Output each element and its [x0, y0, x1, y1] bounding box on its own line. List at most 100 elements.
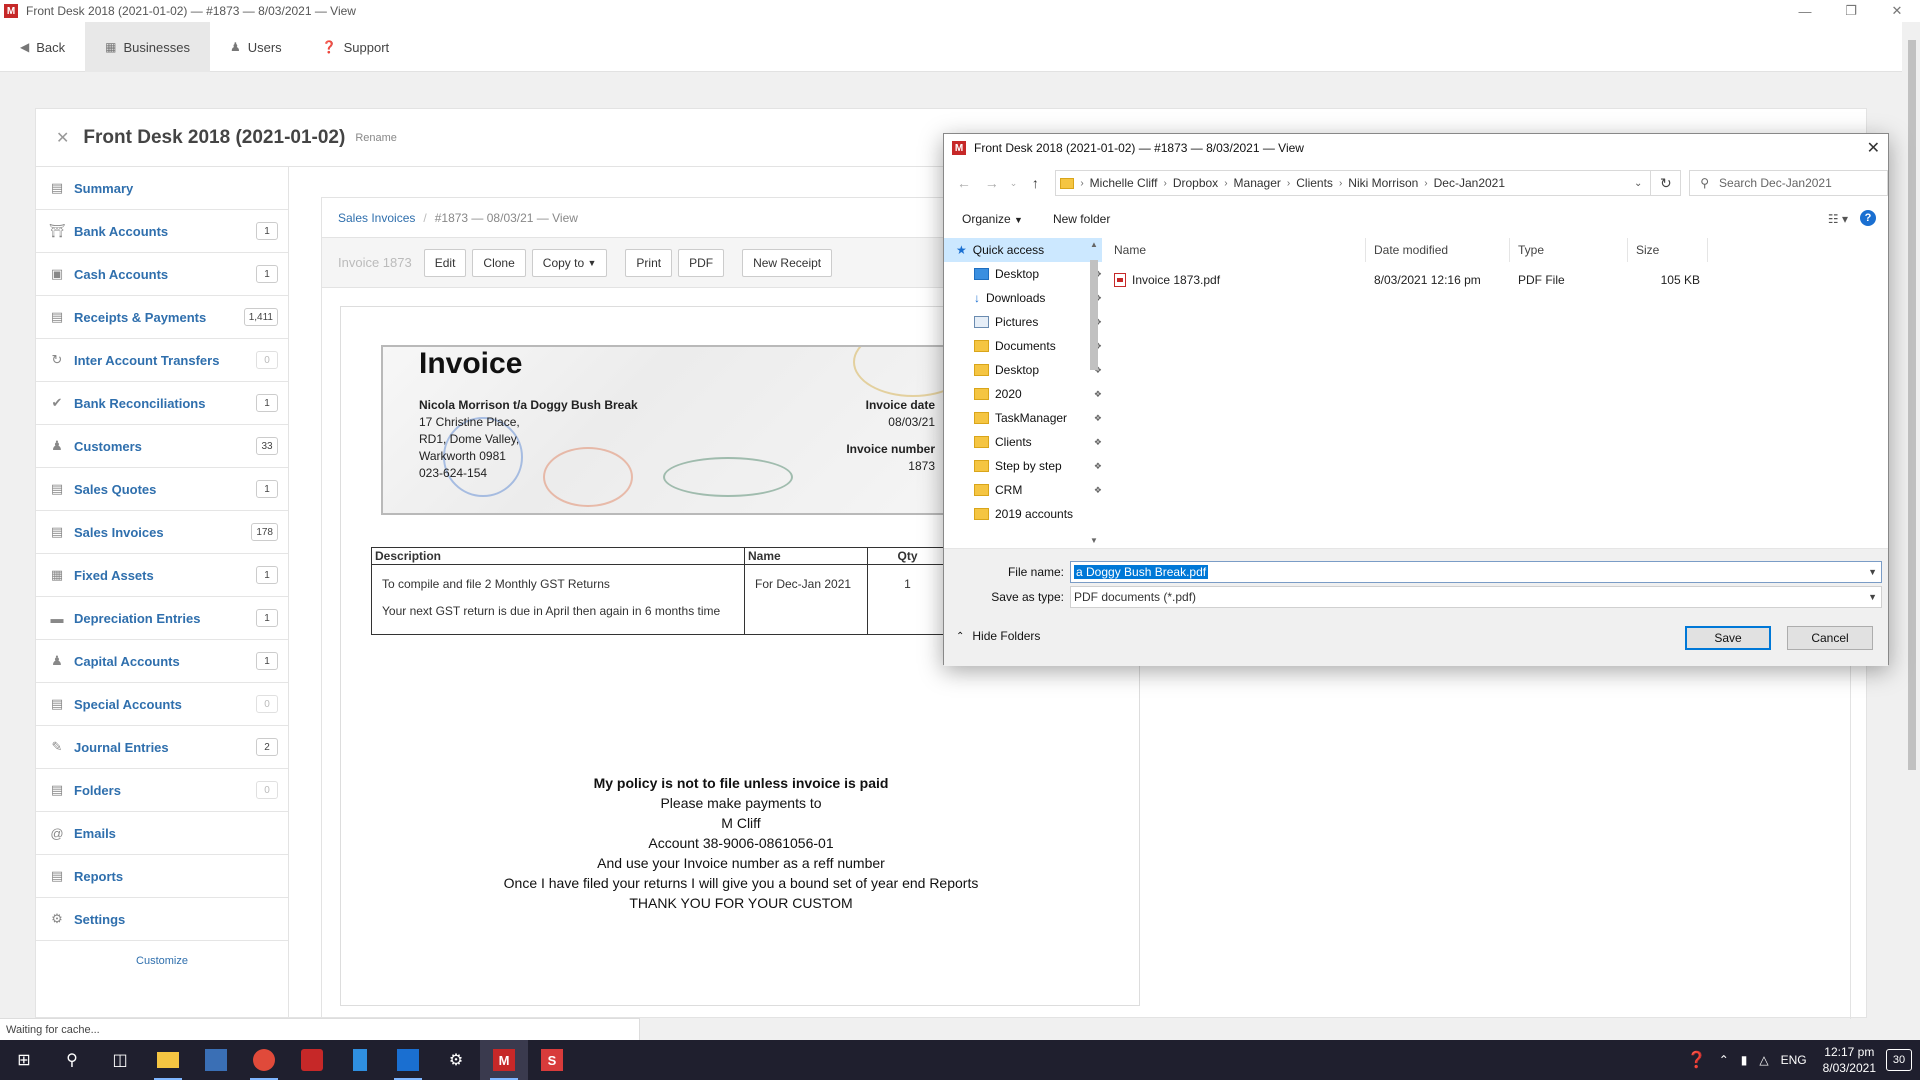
new-folder-button[interactable]: New folder — [1053, 212, 1110, 226]
back-arrow-icon[interactable]: ← — [950, 175, 978, 191]
column-name[interactable]: Name — [1106, 238, 1366, 262]
forward-arrow-icon[interactable]: → — [978, 175, 1006, 191]
back-button[interactable]: ◀ Back — [0, 22, 85, 72]
manager-app-icon[interactable]: M — [480, 1040, 528, 1080]
help-icon[interactable]: ❓ — [1687, 1050, 1707, 1070]
sidebar-item-settings[interactable]: ⚙ Settings — [36, 898, 288, 941]
path-segment[interactable]: Clients — [1296, 176, 1333, 190]
save-button[interactable]: Save — [1685, 626, 1771, 650]
sidebar-item-journal-entries[interactable]: ✎ Journal Entries 2 — [36, 726, 288, 769]
nav-item-crm[interactable]: CRM ❖ — [944, 478, 1102, 502]
search-icon[interactable]: ⚲ — [48, 1040, 96, 1080]
chevron-down-icon[interactable]: ▼ — [1868, 567, 1877, 577]
pdf-button[interactable]: PDF — [678, 248, 725, 277]
nav-item-documents[interactable]: Documents❖ — [944, 334, 1102, 358]
file-explorer-icon[interactable] — [144, 1040, 192, 1080]
column-date-modified[interactable]: Date modified — [1366, 238, 1510, 262]
file-name-input[interactable]: a Doggy Bush Break.pdf ▼ — [1070, 561, 1882, 583]
recent-dropdown-icon[interactable]: ⌄ — [1006, 178, 1022, 189]
path-segment[interactable]: Dec-Jan2021 — [1434, 176, 1505, 190]
sidebar-item-special-accounts[interactable]: ▤ Special Accounts 0 — [36, 683, 288, 726]
chevron-up-icon[interactable]: ⌃ — [1719, 1053, 1729, 1067]
column-type[interactable]: Type — [1510, 238, 1628, 262]
sidebar-item-sales-quotes[interactable]: ▤ Sales Quotes 1 — [36, 468, 288, 511]
scrollbar-thumb[interactable] — [1090, 260, 1098, 370]
nav-item-desktop[interactable]: Desktop❖ — [944, 358, 1102, 382]
close-icon[interactable]: ✕ — [1874, 0, 1920, 22]
rename-link[interactable]: Rename — [355, 132, 397, 144]
close-business-icon[interactable]: ✕ — [56, 128, 69, 148]
notifications-icon[interactable]: 30 — [1886, 1049, 1912, 1071]
help-icon[interactable]: ? — [1860, 210, 1876, 226]
document-icon[interactable] — [336, 1040, 384, 1080]
sidebar-item-bank-reconciliations[interactable]: ✔ Bank Reconciliations 1 — [36, 382, 288, 425]
clock[interactable]: 12:17 pm 8/03/2021 — [1823, 1044, 1876, 1076]
scrollbar-thumb[interactable] — [1908, 40, 1916, 770]
businesses-tab[interactable]: ▦ Businesses — [85, 22, 210, 72]
users-tab[interactable]: ♟ Users — [210, 22, 302, 72]
path-segment[interactable]: Michelle Cliff — [1090, 176, 1158, 190]
sidebar-item-emails[interactable]: @ Emails — [36, 812, 288, 855]
copy-to-button[interactable]: Copy to ▼ — [531, 248, 608, 277]
sidebar-item-folders[interactable]: ▤ Folders 0 — [36, 769, 288, 812]
minimize-icon[interactable]: — — [1782, 0, 1828, 22]
chevron-down-icon[interactable]: ▼ — [1868, 592, 1877, 602]
path-segment[interactable]: Niki Morrison — [1348, 176, 1418, 190]
new-receipt-button[interactable]: New Receipt — [742, 248, 833, 277]
sidebar-item-receipts-payments[interactable]: ▤ Receipts & Payments 1,411 — [36, 296, 288, 339]
save-type-select[interactable]: PDF documents (*.pdf) ▼ — [1070, 586, 1882, 608]
up-arrow-icon[interactable]: ↑ — [1022, 175, 1050, 191]
refresh-icon[interactable]: ↻ — [1651, 170, 1682, 196]
clone-button[interactable]: Clone — [472, 248, 526, 277]
dialog-close-icon[interactable]: ✕ — [1867, 138, 1880, 158]
path-segment[interactable]: Manager — [1234, 176, 1281, 190]
sidebar-item-bank-accounts[interactable]: ⛩ Bank Accounts 1 — [36, 210, 288, 253]
nav-item-2019-accounts[interactable]: 2019 accounts — [944, 502, 1102, 526]
print-button[interactable]: Print — [625, 248, 673, 277]
file-row[interactable]: Invoice 1873.pdf 8/03/2021 12:16 pm PDF … — [1106, 268, 1888, 292]
sidebar-item-fixed-assets[interactable]: ▦ Fixed Assets 1 — [36, 554, 288, 597]
nav-item-step-by-step[interactable]: Step by step ❖ — [944, 454, 1102, 478]
sidebar-item-depreciation-entries[interactable]: ▬ Depreciation Entries 1 — [36, 597, 288, 640]
edit-button[interactable]: Edit — [423, 248, 467, 277]
breadcrumb-sales-invoices[interactable]: Sales Invoices — [338, 211, 415, 225]
nav-item-taskmanager[interactable]: TaskManager ❖ — [944, 406, 1102, 430]
sidebar-item-cash-accounts[interactable]: ▣ Cash Accounts 1 — [36, 253, 288, 296]
scroll-down-icon[interactable]: ▼ — [1087, 536, 1101, 545]
column-size[interactable]: Size — [1628, 238, 1708, 262]
sidebar-item-inter-account-transfers[interactable]: ↻ Inter Account Transfers 0 — [36, 339, 288, 382]
sidebar-item-capital-accounts[interactable]: ♟ Capital Accounts 1 — [36, 640, 288, 683]
nav-item-downloads[interactable]: ↓Downloads❖ — [944, 286, 1102, 310]
navigation-scrollbar[interactable]: ▲ ▼ — [1087, 240, 1101, 545]
sidebar-item-customers[interactable]: ♟ Customers 33 — [36, 425, 288, 468]
page-scrollbar[interactable] — [1904, 40, 1920, 1040]
search-input[interactable]: ⚲ Search Dec-Jan2021 — [1689, 170, 1888, 196]
restore-icon[interactable]: ❐ — [1828, 0, 1874, 22]
s-app-icon[interactable]: S — [528, 1040, 576, 1080]
customize-link[interactable]: Customize — [36, 955, 288, 967]
windows-start-icon[interactable]: ⊞ — [0, 1040, 48, 1080]
path-segment[interactable]: Dropbox — [1173, 176, 1218, 190]
hide-folders-toggle[interactable]: ⌃ Hide Folders — [956, 629, 1040, 643]
scroll-up-icon[interactable]: ▲ — [1087, 240, 1101, 249]
battery-icon[interactable]: ▮ — [1741, 1053, 1748, 1067]
cancel-button[interactable]: Cancel — [1787, 626, 1873, 650]
chevron-down-icon[interactable]: ⌄ — [1634, 178, 1642, 189]
nav-item-desktop[interactable]: Desktop❖ — [944, 262, 1102, 286]
organize-menu[interactable]: Organize ▼ — [962, 212, 1023, 226]
task-view-icon[interactable]: ◫ — [96, 1040, 144, 1080]
chrome-icon[interactable] — [240, 1040, 288, 1080]
app-icon[interactable] — [288, 1040, 336, 1080]
nav-item-clients[interactable]: Clients ❖ — [944, 430, 1102, 454]
calculator-icon[interactable] — [192, 1040, 240, 1080]
outlook-icon[interactable] — [384, 1040, 432, 1080]
nav-item-pictures[interactable]: Pictures❖ — [944, 310, 1102, 334]
nav-item-2020[interactable]: 2020 ❖ — [944, 382, 1102, 406]
settings-gear-icon[interactable]: ⚙ — [432, 1040, 480, 1080]
sidebar-item-reports[interactable]: ▤ Reports — [36, 855, 288, 898]
view-options-icon[interactable]: ☷ ▾ — [1828, 212, 1848, 226]
wifi-icon[interactable]: △ — [1759, 1053, 1768, 1067]
sidebar-item-sales-invoices[interactable]: ▤ Sales Invoices 178 — [36, 511, 288, 554]
sidebar-item-summary[interactable]: ▤ Summary — [36, 167, 288, 210]
language-indicator[interactable]: ENG — [1781, 1053, 1807, 1067]
